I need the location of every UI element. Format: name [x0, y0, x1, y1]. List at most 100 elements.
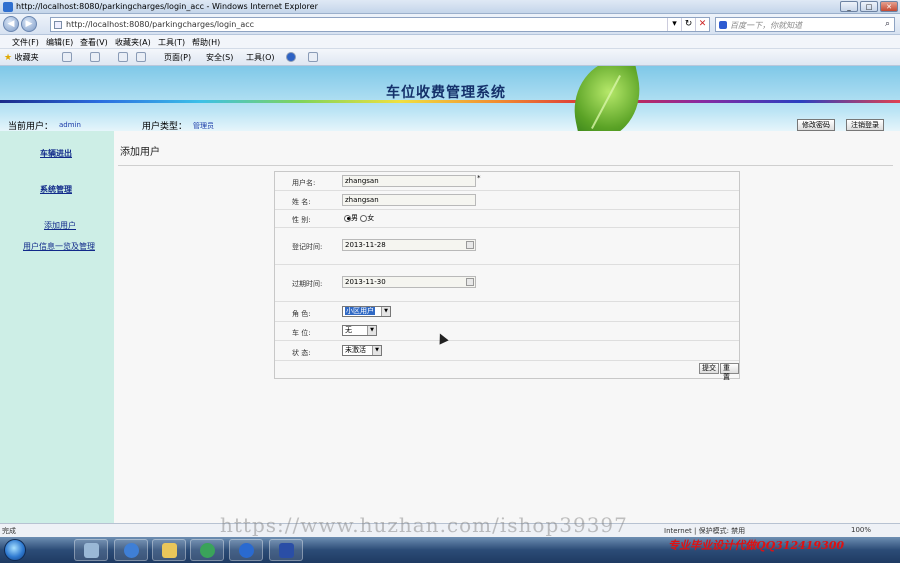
current-user-value: admin	[59, 121, 81, 129]
title-divider	[118, 165, 893, 166]
print-icon[interactable]	[136, 52, 146, 62]
stop-icon[interactable]: ✕	[695, 18, 709, 31]
name-field[interactable]: zhangsan	[342, 194, 476, 206]
sidebar-item-system-management[interactable]: 系统管理	[40, 184, 72, 195]
refresh-icon[interactable]: ↻	[681, 18, 695, 31]
submit-button[interactable]: 提交	[699, 363, 719, 374]
expire-time-field[interactable]: 2013-11-30	[342, 276, 476, 288]
baidu-icon	[719, 21, 727, 29]
search-input[interactable]: 百度一下，你就知道 ⌕	[715, 17, 895, 32]
gender-female-radio[interactable]	[360, 214, 368, 222]
feed-icon[interactable]	[90, 52, 100, 62]
watermark: https://www.huzhan.com/ishop39397	[220, 513, 628, 537]
menu-view[interactable]: 查看(V)	[80, 37, 108, 48]
page-icon	[54, 21, 62, 29]
form-row-name: 姓 名: zhangsan	[275, 191, 739, 210]
status-label: 状 态:	[292, 349, 311, 357]
window-title: http://localhost:8080/parkingcharges/log…	[16, 2, 318, 11]
research-icon[interactable]	[308, 52, 318, 62]
add-user-form: 用户名: zhangsan * 姓 名: zhangsan 性 别: 男 女 登…	[274, 171, 740, 381]
promo-text: 专业毕业设计代做QQ312419300	[668, 539, 845, 552]
taskbar-ie-button[interactable]	[114, 539, 148, 561]
minimize-button[interactable]: _	[840, 1, 858, 12]
maximize-button[interactable]: □	[860, 1, 878, 12]
menu-file[interactable]: 文件(F)	[12, 37, 39, 48]
calendar-icon[interactable]	[466, 241, 474, 249]
search-icon[interactable]: ⌕	[885, 19, 890, 29]
form-row-actions: 提交 重置	[275, 361, 739, 381]
favorites-button[interactable]: ★ 收藏夹	[4, 52, 39, 63]
window-icon	[84, 543, 99, 558]
logout-button[interactable]: 注销登录	[846, 119, 884, 131]
form-row-role: 角 色: 小区用户 ▼	[275, 302, 739, 322]
search-placeholder: 百度一下，你就知道	[730, 21, 802, 30]
menu-help[interactable]: 帮助(H)	[192, 37, 220, 48]
user-type-value: 管理员	[193, 122, 214, 130]
menu-tools-cmd[interactable]: 工具(O)	[246, 52, 275, 63]
mail-icon[interactable]	[118, 52, 128, 62]
window-titlebar: http://localhost:8080/parkingcharges/log…	[0, 0, 900, 14]
close-button[interactable]: ✕	[880, 1, 898, 12]
name-label: 姓 名:	[292, 198, 311, 206]
favorites-bar: ★ 收藏夹 页面(P) 安全(S) 工具(O)	[0, 49, 900, 66]
url-field[interactable]: http://localhost:8080/parkingcharges/log…	[50, 17, 710, 32]
network-icon	[200, 543, 215, 558]
status-text: 完成	[2, 527, 16, 535]
window-controls: _ □ ✕	[840, 1, 898, 12]
status-value: 未激活	[345, 346, 366, 354]
help-icon[interactable]	[286, 52, 296, 62]
star-icon: ★	[4, 53, 13, 63]
role-value: 小区用户	[345, 307, 375, 315]
gender-male-label: 男	[351, 214, 358, 222]
change-password-button[interactable]: 修改密码	[797, 119, 835, 131]
main-content: 添加用户 用户名: zhangsan * 姓 名: zhangsan 性 别: …	[114, 131, 900, 523]
taskbar-media-button[interactable]	[229, 539, 263, 561]
taskbar-folder-button[interactable]	[152, 539, 186, 561]
menu-page[interactable]: 页面(P)	[164, 52, 191, 63]
calendar-icon[interactable]	[466, 278, 474, 286]
username-field[interactable]: zhangsan	[342, 175, 476, 187]
back-button[interactable]: ◀	[3, 16, 19, 32]
register-time-value: 2013-11-28	[345, 241, 386, 249]
gender-options: 男 女	[344, 213, 374, 223]
forward-button[interactable]: ▶	[21, 16, 37, 32]
ie-icon	[3, 2, 13, 12]
media-player-icon	[239, 543, 254, 558]
expire-time-label: 过期时间:	[292, 280, 323, 288]
sidebar-item-user-list[interactable]: 用户信息一览及管理	[23, 241, 95, 252]
home-icon[interactable]	[62, 52, 72, 62]
chevron-down-icon: ▼	[381, 307, 390, 316]
menu-favorites[interactable]: 收藏夹(A)	[115, 37, 151, 48]
page-title: 添加用户	[120, 147, 160, 158]
ie-icon	[124, 543, 139, 558]
status-select[interactable]: 未激活 ▼	[342, 345, 382, 356]
taskbar-explorer-button[interactable]	[74, 539, 108, 561]
menu-safety[interactable]: 安全(S)	[206, 52, 233, 63]
spot-label: 车 位:	[292, 329, 311, 337]
zoom-level[interactable]: 100%	[851, 526, 871, 534]
spot-select[interactable]: 无 ▼	[342, 325, 377, 336]
form-row-expire-time: 过期时间: 2013-11-30	[275, 265, 739, 302]
reset-button[interactable]: 重置	[720, 363, 739, 381]
gender-male-radio[interactable]	[344, 214, 351, 222]
start-button[interactable]	[4, 539, 26, 561]
menu-edit[interactable]: 编辑(E)	[46, 37, 73, 48]
register-time-field[interactable]: 2013-11-28	[342, 239, 476, 251]
menu-tools[interactable]: 工具(T)	[158, 37, 185, 48]
gender-label: 性 别:	[292, 216, 311, 224]
form-row-status: 状 态: 未激活 ▼	[275, 341, 739, 361]
taskbar-app-button[interactable]	[269, 539, 303, 561]
form-row-username: 用户名: zhangsan *	[275, 172, 739, 191]
taskbar-network-button[interactable]	[190, 539, 224, 561]
role-label: 角 色:	[292, 310, 311, 318]
spot-value: 无	[345, 326, 352, 334]
username-label: 用户名:	[292, 179, 316, 187]
system-title: 车位收费管理系统	[386, 85, 506, 101]
dropdown-icon[interactable]: ▾	[667, 18, 681, 31]
sidebar-item-vehicle-access[interactable]: 车辆进出	[40, 148, 72, 159]
menu-bar: 文件(F) 编辑(E) 查看(V) 收藏夹(A) 工具(T) 帮助(H)	[0, 35, 900, 49]
role-select[interactable]: 小区用户 ▼	[342, 306, 391, 317]
sidebar-item-add-user[interactable]: 添加用户	[44, 220, 76, 231]
expire-time-value: 2013-11-30	[345, 278, 386, 286]
chevron-down-icon: ▼	[372, 346, 381, 355]
